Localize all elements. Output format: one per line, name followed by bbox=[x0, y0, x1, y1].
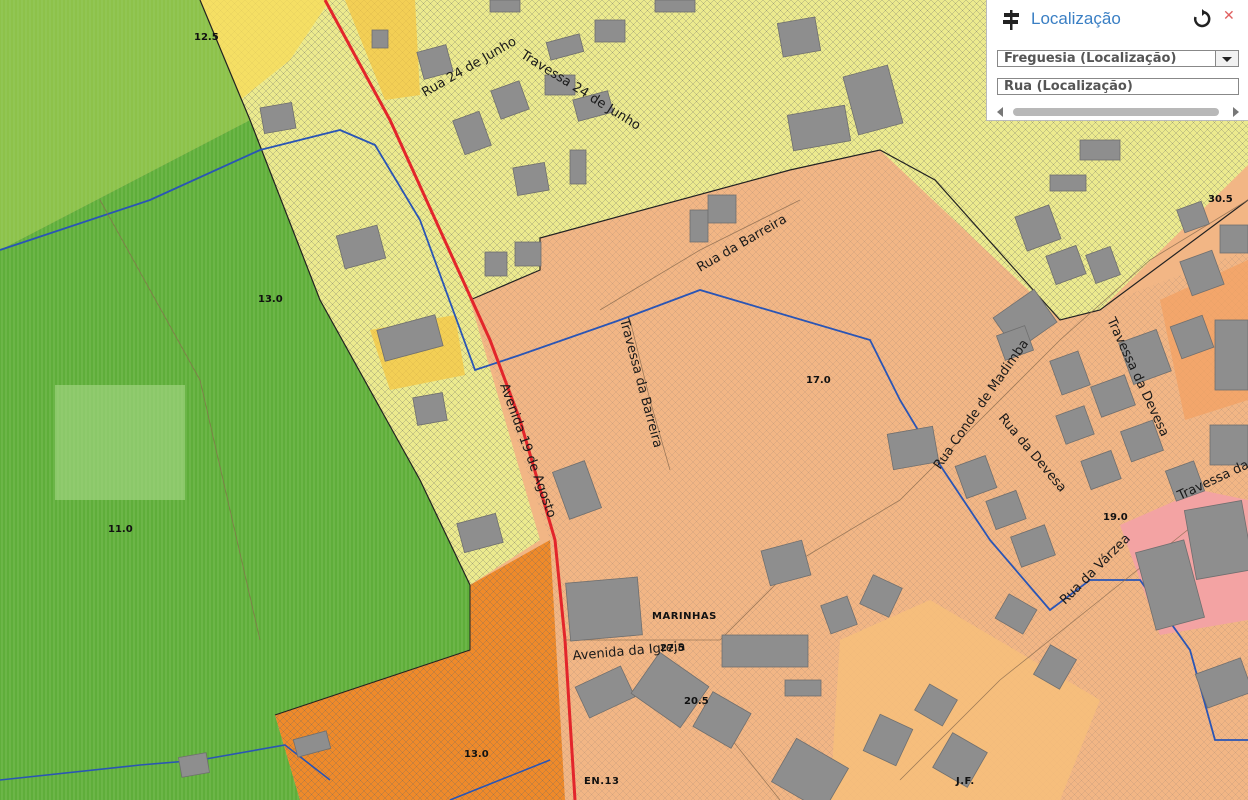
location-panel: Localização ✕ Freguesia (Localização) Ru… bbox=[986, 0, 1248, 121]
freguesia-select[interactable]: Freguesia (Localização) bbox=[997, 50, 1239, 67]
elevation-label: 13.0 bbox=[258, 294, 283, 305]
signpost-icon bbox=[1003, 10, 1019, 30]
elevation-label: 20.5 bbox=[684, 696, 709, 707]
location-panel-title: Localização bbox=[1031, 9, 1121, 28]
elevation-label: 12.5 bbox=[194, 32, 219, 43]
scroll-right-arrow-icon[interactable] bbox=[1233, 107, 1239, 117]
chevron-down-icon[interactable] bbox=[1215, 51, 1238, 66]
close-icon[interactable]: ✕ bbox=[1223, 8, 1235, 24]
field-patch bbox=[55, 385, 185, 500]
scrollbar-thumb[interactable] bbox=[1013, 108, 1219, 116]
elevation-label: 30.5 bbox=[1208, 194, 1233, 205]
rua-placeholder: Rua (Localização) bbox=[1004, 79, 1133, 94]
label-en13: EN.13 bbox=[584, 776, 619, 787]
elevation-label: 19.0 bbox=[1103, 512, 1128, 523]
label-marinhas: MARINHAS bbox=[652, 611, 717, 622]
rua-input[interactable]: Rua (Localização) bbox=[997, 78, 1239, 95]
horizontal-scrollbar[interactable] bbox=[997, 106, 1239, 117]
elevation-label: 13.0 bbox=[464, 749, 489, 760]
elevation-label: 17.0 bbox=[806, 375, 831, 386]
elevation-label: 11.0 bbox=[108, 524, 133, 535]
label-jf: J.F. bbox=[955, 776, 975, 787]
location-panel-header: Localização ✕ bbox=[987, 0, 1248, 38]
freguesia-placeholder: Freguesia (Localização) bbox=[1004, 51, 1177, 66]
scroll-left-arrow-icon[interactable] bbox=[997, 107, 1003, 117]
elevation-label: 27.5 bbox=[660, 643, 685, 654]
refresh-icon[interactable] bbox=[1192, 9, 1212, 29]
